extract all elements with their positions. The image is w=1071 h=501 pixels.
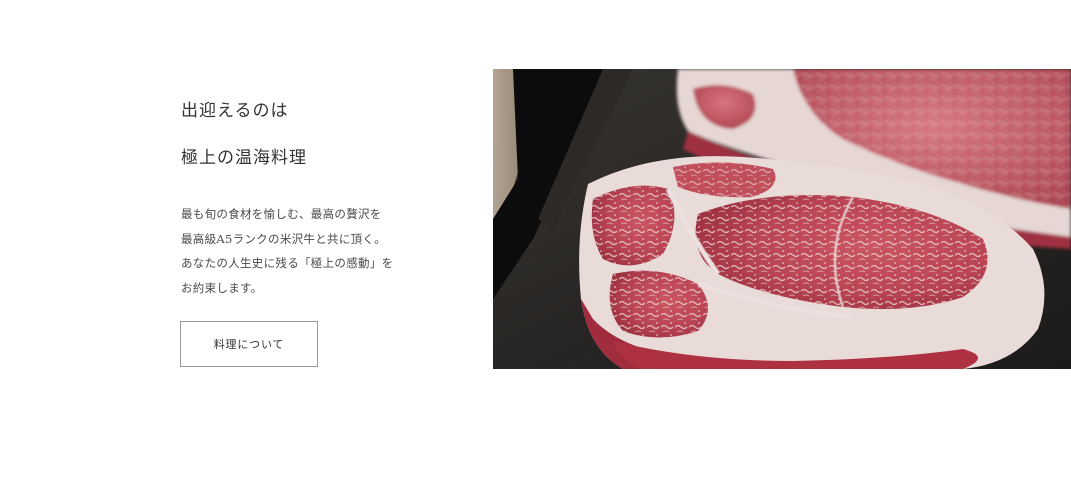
heading-line-2: 極上の温海料理 [181, 148, 307, 168]
intro-description: 最も旬の食材を愉しむ、最高の贅沢を 最高級A5ランクの米沢牛と共に頂く。 あなた… [181, 202, 441, 300]
about-cuisine-button[interactable]: 料理について [180, 321, 318, 367]
description-line: 最高級A5ランクの米沢牛と共に頂く。 [181, 231, 387, 246]
description-line: 最も旬の食材を愉しむ、最高の贅沢を [181, 207, 382, 221]
heading-line-1: 出迎えるのは [181, 101, 289, 121]
intro-text-block: 出迎えるのは 極上の温海料理 最も旬の食材を愉しむ、最高の贅沢を 最高級A5ラン… [181, 98, 441, 300]
wagyu-steak-photo [493, 69, 1071, 369]
description-line: あなたの人生史に残る「極上の感動」を [181, 256, 394, 270]
wagyu-steak-image [493, 69, 1071, 369]
cuisine-intro-section: 出迎えるのは 極上の温海料理 最も旬の食材を愉しむ、最高の贅沢を 最高級A5ラン… [0, 0, 1071, 501]
description-line: お約束します。 [181, 280, 263, 295]
